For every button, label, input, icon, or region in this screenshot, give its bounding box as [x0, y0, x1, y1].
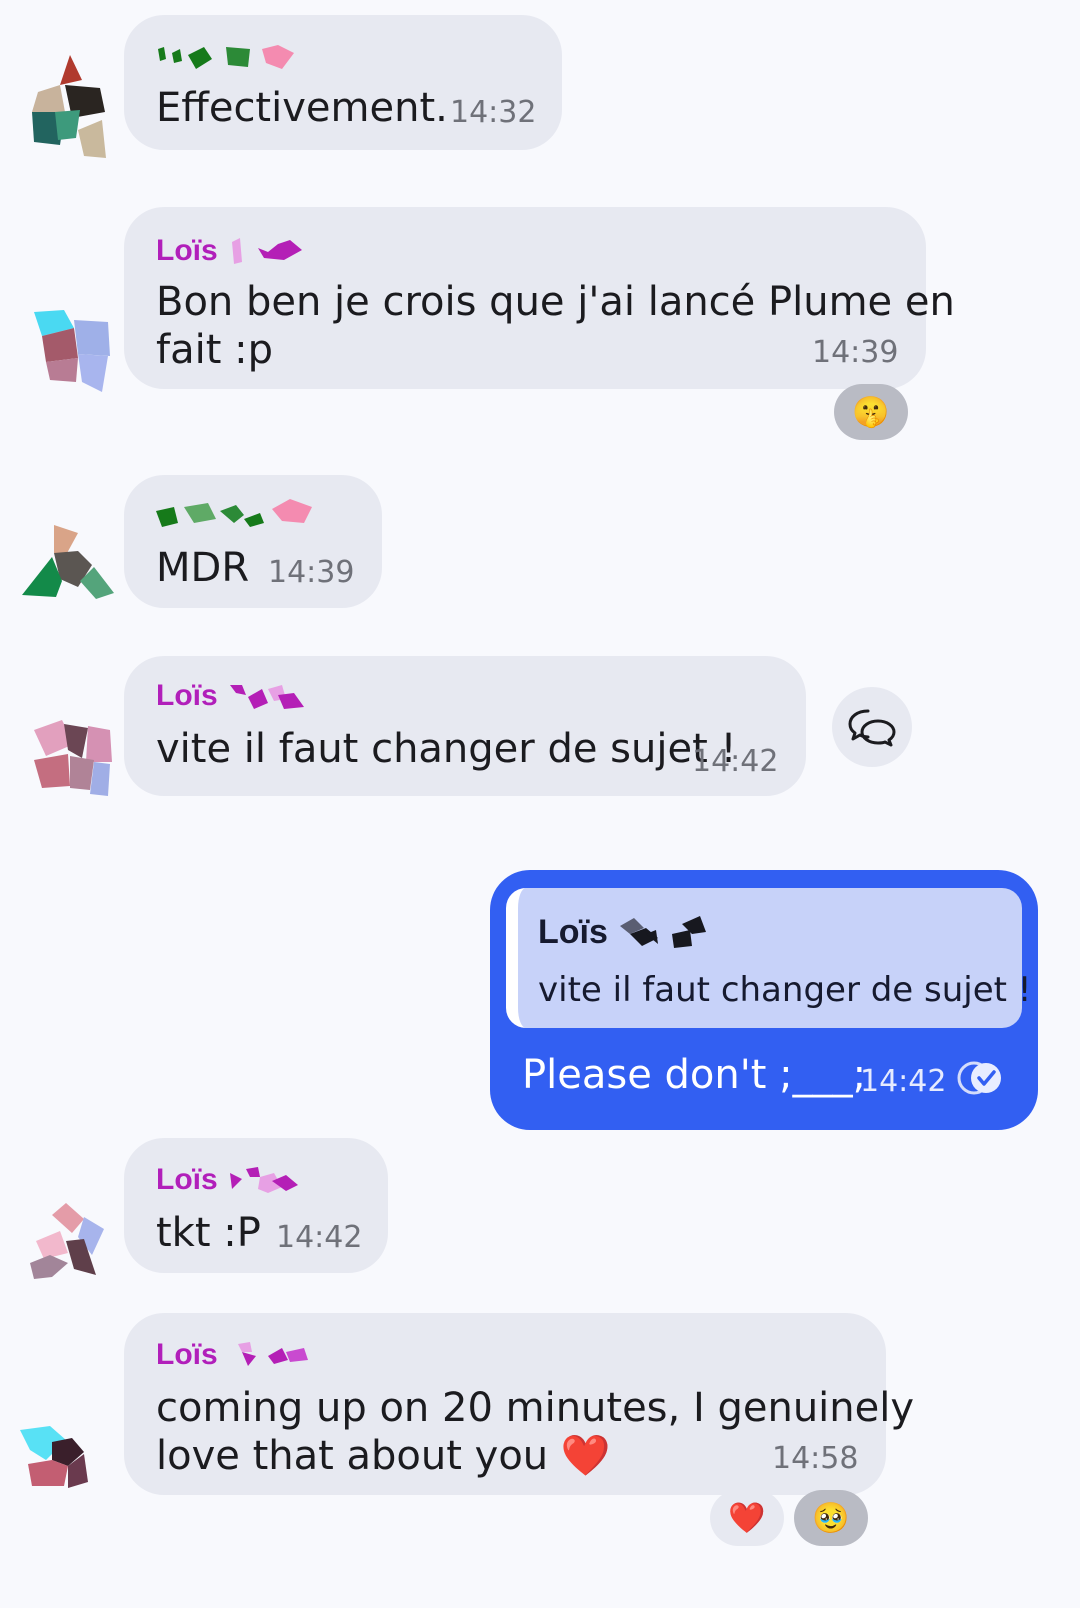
quoted-text: vite il faut changer de sujet !	[538, 970, 1032, 1010]
sender-name-glyphs	[156, 499, 312, 527]
message-time: 14:42	[276, 1220, 363, 1255]
sender-row: Loïs	[156, 1160, 308, 1200]
user-avatar[interactable]	[22, 1185, 122, 1305]
sender-row: Loïs	[156, 231, 308, 271]
message-bubble[interactable]: Effectivement. 14:32	[124, 15, 562, 150]
thread-reply-button[interactable]	[832, 687, 912, 767]
message-text: love that about you ❤️	[156, 1433, 611, 1479]
sender-name: Loïs	[156, 679, 218, 712]
reaction-emoji: ❤️	[728, 1501, 766, 1535]
message-time: 14:39	[268, 555, 355, 590]
sender-row: Loïs	[156, 676, 308, 716]
read-receipt-icon	[957, 1061, 1001, 1095]
message-bubble[interactable]: Loïs coming up on 20 minutes, I genuinel…	[124, 1313, 914, 1495]
reaction-pill[interactable]: 🤫	[834, 384, 908, 440]
sender-name-glyphs	[237, 1342, 308, 1366]
message-text: tkt :P	[156, 1210, 261, 1256]
reaction-pill[interactable]: 🥹	[794, 1490, 868, 1546]
quoted-message[interactable]: Loïs vite il faut changer de sujet !	[506, 888, 1031, 1028]
chat-timeline[interactable]: Effectivement. 14:32 Loïs Bon ben je cro…	[0, 0, 1080, 1608]
own-message-bubble[interactable]: Loïs vite il faut changer de sujet ! Ple…	[490, 870, 1038, 1130]
message-text: coming up on 20 minutes, I genuinely	[156, 1385, 915, 1431]
quoted-sender-row: Loïs	[538, 912, 712, 952]
message-text: Please don't ;___;	[522, 1052, 867, 1098]
message-text: Effectivement.	[156, 85, 448, 131]
user-avatar[interactable]	[20, 50, 120, 170]
reaction-emoji: 🤫	[852, 395, 890, 429]
message-bubble[interactable]: Loïs Bon ben je crois que j'ai lancé Plu…	[124, 207, 955, 389]
sender-name: Loïs	[156, 1163, 218, 1196]
message-time: 14:39	[812, 335, 899, 370]
message-bubble[interactable]: Loïs vite il faut changer de sujet ! 14:…	[124, 656, 806, 796]
reaction-pill[interactable]: ❤️	[710, 1490, 784, 1546]
message-text: Bon ben je crois que j'ai lancé Plume en	[156, 279, 955, 325]
user-avatar[interactable]	[16, 1400, 116, 1520]
message-time: 14:58	[772, 1441, 859, 1476]
quoted-sender: Loïs	[538, 912, 608, 951]
sender-name-glyphs	[229, 685, 304, 709]
message-time: 14:42	[692, 744, 779, 779]
message-time: 14:42	[860, 1064, 947, 1099]
message-bubble[interactable]: MDR 14:39	[124, 475, 382, 608]
user-avatar[interactable]	[28, 700, 128, 820]
sender-name: Loïs	[156, 1338, 218, 1371]
thread-reply-icon	[848, 709, 896, 747]
sender-name-glyphs	[229, 1167, 298, 1193]
message-bubble[interactable]: Loïs tkt :P 14:42	[124, 1138, 388, 1273]
reaction-emoji: 🥹	[812, 1501, 850, 1535]
user-avatar[interactable]	[22, 300, 122, 420]
message-time: 14:32	[450, 95, 537, 130]
sender-name-glyphs	[231, 238, 302, 264]
user-avatar[interactable]	[16, 515, 116, 635]
message-text: vite il faut changer de sujet !	[156, 726, 737, 772]
sender-name-glyphs	[619, 916, 706, 948]
message-text: MDR	[156, 545, 250, 591]
message-text: fait :p	[156, 327, 273, 373]
sender-name: Loïs	[156, 234, 218, 267]
sender-name-glyphs	[158, 45, 294, 69]
sender-row: Loïs	[156, 1335, 312, 1375]
